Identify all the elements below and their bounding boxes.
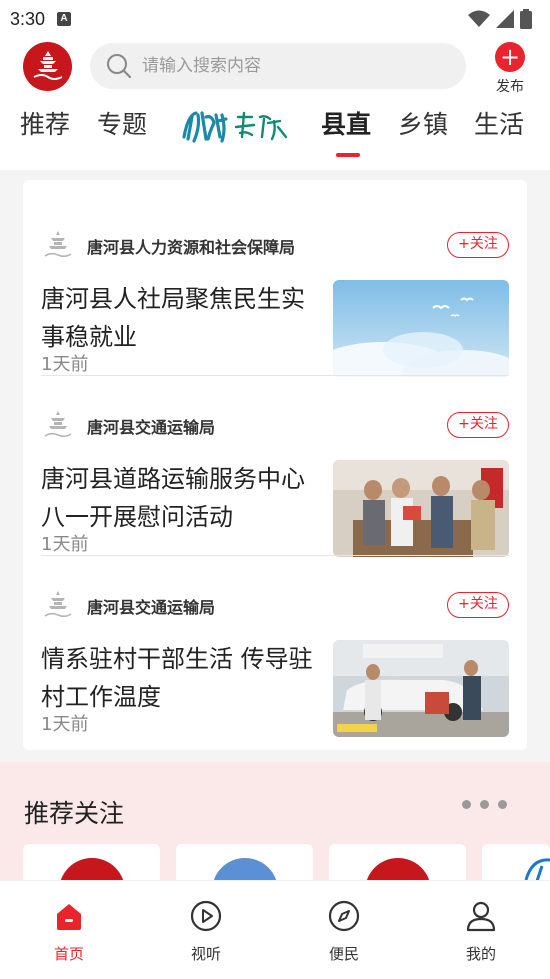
nav-label: 视听 [190,945,221,963]
battery-icon [520,9,532,29]
home-icon [57,904,81,930]
source-pagoda-icon [44,231,72,258]
status-time: 3:30 [10,8,46,29]
dot [480,800,489,809]
tab-county[interactable]: 县直 [321,103,371,147]
news-feed-card: 唐河县人力资源和社会保障局 +关注 唐河县人社局聚焦民生实事稳就业 1天前 唐河… [23,180,527,750]
follow-button[interactable]: +关注 [447,412,509,438]
header: + 发布 推荐 专题 县直 乡镇 生活 [0,38,550,170]
source-pagoda-icon [44,591,72,618]
more-options-icon[interactable] [462,800,507,809]
publish-button[interactable]: + 发布 [488,42,532,96]
news-title[interactable]: 情系驻村干部生活 传导驻村工作温度 [41,640,317,716]
weibo-brand-logo-icon [182,111,288,143]
sky-clouds-image [333,280,509,377]
search-bar[interactable] [90,43,466,89]
signal-icon [496,10,514,28]
news-item[interactable]: 唐河县交通运输局 +关注 情系驻村干部生活 传导驻村工作温度 1天前 [41,556,509,737]
news-title[interactable]: 唐河县人社局聚焦民生实事稳就业 [41,280,317,356]
nav-home[interactable]: 首页 [29,899,109,964]
pagoda-logo-icon [33,50,62,80]
plus-icon: + [495,42,525,72]
nav-label: 首页 [53,945,84,963]
channel-tabs: 推荐 专题 县直 乡镇 生活 [0,103,550,157]
source-name[interactable]: 唐河县交通运输局 [87,594,215,618]
status-icons [468,9,532,29]
tab-towns[interactable]: 乡镇 [398,103,448,147]
news-thumbnail[interactable] [333,280,509,377]
news-time: 1天前 [41,714,89,735]
tab-weibo-brand[interactable] [178,107,290,147]
compass-icon [328,900,360,932]
source-name[interactable]: 唐河县交通运输局 [87,414,215,438]
active-tab-indicator [336,153,360,157]
indoor-visit-photo [333,460,509,557]
recommend-follow-section: 推荐关注 [0,762,550,904]
news-thumbnail[interactable] [333,640,509,737]
follow-button[interactable]: +关注 [447,592,509,618]
source-pagoda-icon [44,411,72,438]
bottom-navigation: 首页 视听 便民 我的 [0,880,550,979]
dot [498,800,507,809]
nav-label: 便民 [328,945,359,963]
app-logo[interactable] [23,42,72,91]
nav-label: 我的 [465,945,496,963]
nav-profile[interactable]: 我的 [441,899,521,964]
source-name[interactable]: 唐河县人力资源和社会保障局 [87,234,295,258]
search-icon [107,54,132,79]
news-item[interactable]: 唐河县交通运输局 +关注 唐河县道路运输服务中心八一开展慰问活动 1天前 [41,376,509,557]
status-bar: 3:30 A [0,0,550,38]
tab-life[interactable]: 生活 [474,103,524,147]
tab-topics[interactable]: 专题 [97,103,147,147]
section-title: 推荐关注 [24,799,125,828]
search-input[interactable] [142,56,442,76]
outdoor-car-photo [333,640,509,737]
play-icon [190,900,222,932]
notification-a-icon: A [57,12,72,26]
wifi-icon [468,10,490,27]
news-item[interactable]: 唐河县人力资源和社会保障局 +关注 唐河县人社局聚焦民生实事稳就业 1天前 [41,196,509,377]
news-time: 1天前 [41,354,89,375]
dot [462,800,471,809]
news-title[interactable]: 唐河县道路运输服务中心八一开展慰问活动 [41,460,317,536]
follow-button[interactable]: +关注 [447,232,509,258]
news-thumbnail[interactable] [333,460,509,557]
nav-video[interactable]: 视听 [166,899,246,964]
publish-label: 发布 [496,79,524,95]
news-time: 1天前 [41,534,89,555]
tab-recommend[interactable]: 推荐 [20,103,70,147]
user-icon [466,901,496,932]
nav-services[interactable]: 便民 [304,899,384,964]
